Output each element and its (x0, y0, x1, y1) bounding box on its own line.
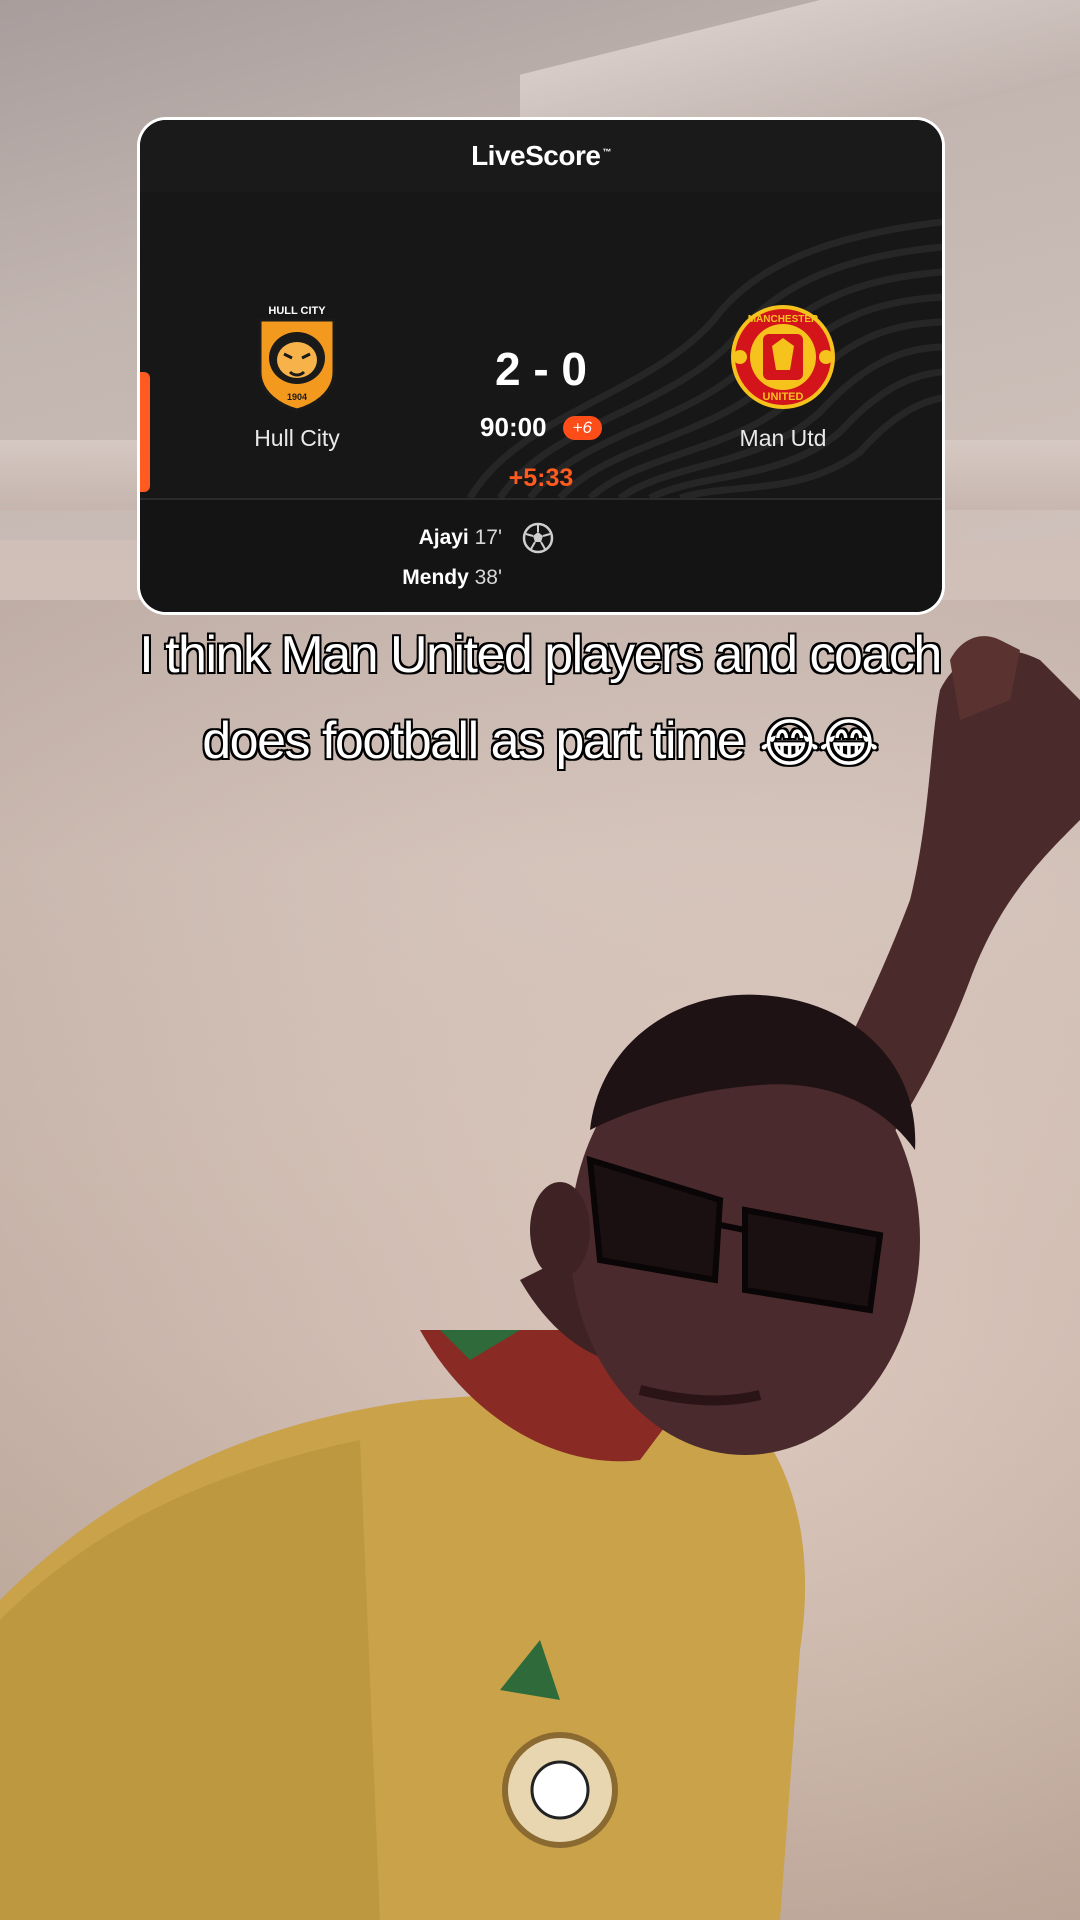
stoppage-time: +5:33 (508, 464, 574, 492)
caption-line-1: I think Man United players and coach (138, 625, 944, 686)
card-header: LiveScore ™ (140, 120, 942, 193)
laughing-emoji-icon: 😂😂 (758, 714, 881, 775)
livescore-logo: LiveScore ™ (471, 140, 611, 171)
video-caption: I think Man United players and coach doe… (40, 612, 1040, 787)
caption-line-2: does football as part time 😂😂 (40, 698, 1040, 787)
goal-events: Ajayi 17' Mendy 38' (140, 498, 942, 612)
live-indicator (140, 372, 150, 492)
goal-event: Ajayi 17' (418, 526, 502, 549)
svg-text:1904: 1904 (287, 392, 307, 402)
svg-text:MANCHESTER: MANCHESTER (748, 314, 819, 325)
svg-text:UNITED: UNITED (763, 391, 804, 403)
home-team-name: Hull City (254, 425, 340, 451)
away-team-name: Man Utd (739, 425, 827, 451)
match-score: 2 - 0 (494, 343, 588, 395)
away-team[interactable]: MANCHESTER UNITED Man Utd (683, 302, 883, 452)
home-team[interactable]: HULL CITY 1904 Hull City (197, 302, 397, 452)
man-utd-badge-icon: MANCHESTER UNITED (731, 305, 835, 409)
match-clock: 90:00 (480, 412, 547, 442)
match-panel[interactable]: HULL CITY 1904 Hull City 2 - 0 90:00 +6 … (140, 192, 942, 498)
goal-event: Mendy 38' (402, 566, 502, 589)
hull-city-badge-icon: HULL CITY 1904 (258, 305, 336, 412)
svg-text:HULL CITY: HULL CITY (268, 305, 326, 317)
added-time-badge: +6 (562, 415, 602, 440)
home-scorers: Ajayi 17' Mendy 38' (402, 518, 502, 598)
score-card: LiveScore ™ HULL CITY 1904 Hull City 2 -… (140, 120, 942, 612)
match-clock-row: 90:00 +6 (441, 412, 641, 443)
football-icon (522, 522, 554, 554)
